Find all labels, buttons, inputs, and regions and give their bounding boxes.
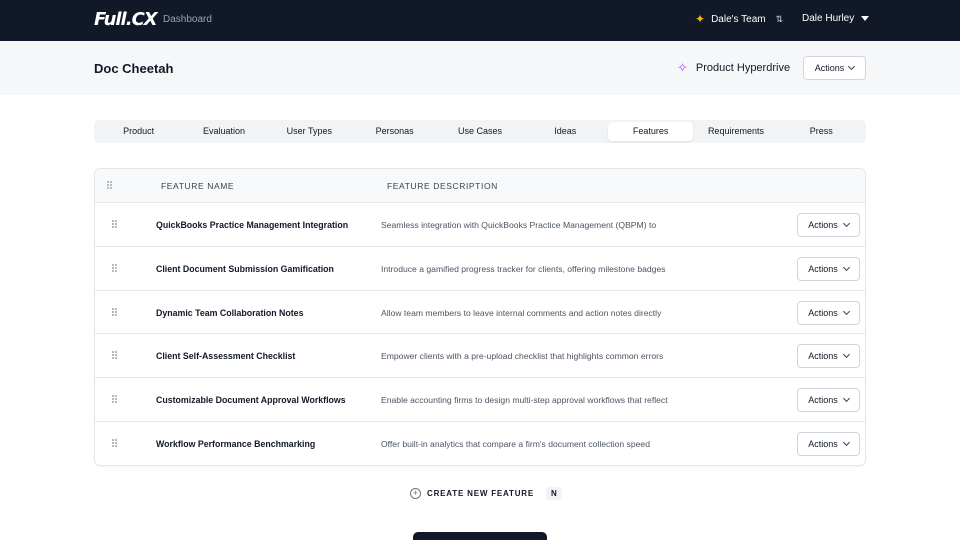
- caret-down-icon: [861, 16, 870, 21]
- team-name: Dale's Team: [711, 13, 766, 25]
- user-menu[interactable]: Dale Hurley: [802, 13, 870, 24]
- sparkles-icon: ✧: [677, 60, 688, 75]
- drag-handle-icon[interactable]: [112, 438, 118, 448]
- row-actions-button[interactable]: Actions: [797, 300, 860, 325]
- feature-description: Introduce a gamified progress tracker fo…: [381, 263, 666, 274]
- user-name: Dale Hurley: [802, 13, 855, 24]
- tab-requirements[interactable]: Requirements: [693, 122, 778, 141]
- tab-press[interactable]: Press: [779, 122, 864, 141]
- top-nav: Full.CX Dashboard ✦ Dale's Team ⇅ Dale H…: [0, 0, 960, 41]
- tab-user-types[interactable]: User Types: [267, 122, 352, 141]
- tab-use-cases[interactable]: Use Cases: [437, 122, 522, 141]
- breadcrumb-dashboard[interactable]: Dashboard: [163, 14, 212, 25]
- product-hyperdrive-button[interactable]: ✧ Product Hyperdrive: [677, 60, 791, 75]
- feature-name: QuickBooks Practice Management Integrati…: [156, 220, 349, 230]
- plus-circle-icon: +: [410, 488, 421, 499]
- drag-handle-icon: [107, 181, 113, 190]
- bottom-primary-button[interactable]: [413, 532, 547, 540]
- table-row[interactable]: Workflow Performance Benchmarking Offer …: [95, 422, 865, 465]
- column-feature-description[interactable]: FEATURE DESCRIPTION: [387, 181, 498, 191]
- team-switcher[interactable]: ✦ Dale's Team ⇅: [695, 13, 783, 25]
- logo[interactable]: Full.CX: [94, 9, 158, 30]
- tab-features[interactable]: Features: [607, 122, 694, 141]
- table-row[interactable]: Client Self-Assessment Checklist Empower…: [95, 334, 865, 379]
- tab-product[interactable]: Product: [96, 122, 181, 141]
- table-row[interactable]: Client Document Submission Gamification …: [95, 247, 865, 291]
- chevron-up-down-icon: ⇅: [775, 13, 784, 24]
- feature-description: Allow team members to leave internal com…: [381, 307, 662, 318]
- row-actions-label: Actions: [808, 220, 838, 230]
- feature-name: Workflow Performance Benchmarking: [156, 438, 316, 449]
- sparkle-icon: ✦: [695, 12, 706, 26]
- tab-evaluation[interactable]: Evaluation: [181, 122, 266, 141]
- chevron-down-icon: [842, 395, 850, 403]
- chevron-down-icon: [848, 62, 856, 71]
- page-title: Doc Cheetah: [94, 61, 174, 76]
- row-actions-button[interactable]: Actions: [797, 431, 860, 456]
- row-actions-button[interactable]: Actions: [797, 388, 860, 413]
- product-tabs: Product Evaluation User Types Personas U…: [94, 120, 866, 143]
- keyboard-shortcut-badge: N: [546, 487, 562, 500]
- chevron-down-icon: [842, 351, 850, 359]
- feature-description: Offer built-in analytics that compare a …: [381, 438, 650, 449]
- tab-ideas[interactable]: Ideas: [523, 122, 608, 141]
- page-header: Doc Cheetah ✧ Product Hyperdrive Actions: [0, 41, 960, 95]
- create-new-feature-label: CREATE NEW FEATURE: [427, 489, 534, 498]
- row-actions-label: Actions: [808, 395, 838, 406]
- row-actions-label: Actions: [808, 351, 838, 362]
- row-actions-button[interactable]: Actions: [797, 213, 860, 237]
- product-hyperdrive-label: Product Hyperdrive: [695, 62, 791, 74]
- chevron-down-icon: [842, 438, 850, 447]
- feature-name: Client Document Submission Gamification: [156, 263, 334, 274]
- table-row[interactable]: Dynamic Team Collaboration Notes Allow t…: [95, 291, 865, 335]
- table-header: FEATURE NAME FEATURE DESCRIPTION: [95, 169, 865, 203]
- features-table: FEATURE NAME FEATURE DESCRIPTION QuickBo…: [94, 168, 866, 466]
- feature-name: Dynamic Team Collaboration Notes: [156, 307, 304, 318]
- drag-handle-icon[interactable]: [112, 307, 118, 317]
- feature-name: Customizable Document Approval Workflows: [156, 395, 346, 406]
- drag-handle-icon[interactable]: [112, 395, 118, 404]
- row-actions-label: Actions: [808, 307, 838, 318]
- feature-description: Empower clients with a pre-upload checkl…: [381, 351, 664, 362]
- drag-handle-icon[interactable]: [112, 351, 118, 360]
- table-row[interactable]: QuickBooks Practice Management Integrati…: [95, 203, 865, 247]
- row-actions-label: Actions: [808, 438, 838, 449]
- chevron-down-icon: [842, 307, 850, 315]
- row-actions-label: Actions: [808, 263, 838, 274]
- header-actions-button[interactable]: Actions: [803, 56, 866, 80]
- column-feature-name[interactable]: FEATURE NAME: [161, 181, 234, 191]
- table-row[interactable]: Customizable Document Approval Workflows…: [95, 378, 865, 422]
- drag-handle-icon[interactable]: [112, 220, 118, 229]
- row-actions-button[interactable]: Actions: [797, 344, 860, 369]
- feature-name: Client Self-Assessment Checklist: [156, 351, 296, 362]
- drag-handle-icon[interactable]: [112, 263, 118, 273]
- tab-personas[interactable]: Personas: [352, 122, 437, 141]
- chevron-down-icon: [842, 263, 850, 271]
- feature-description: Seamless integration with QuickBooks Pra…: [381, 220, 657, 230]
- feature-description: Enable accounting firms to design multi-…: [381, 395, 668, 406]
- create-new-feature-button[interactable]: + CREATE NEW FEATURE N: [410, 487, 562, 500]
- row-actions-button[interactable]: Actions: [797, 256, 860, 281]
- header-actions-label: Actions: [814, 63, 845, 73]
- chevron-down-icon: [842, 219, 850, 228]
